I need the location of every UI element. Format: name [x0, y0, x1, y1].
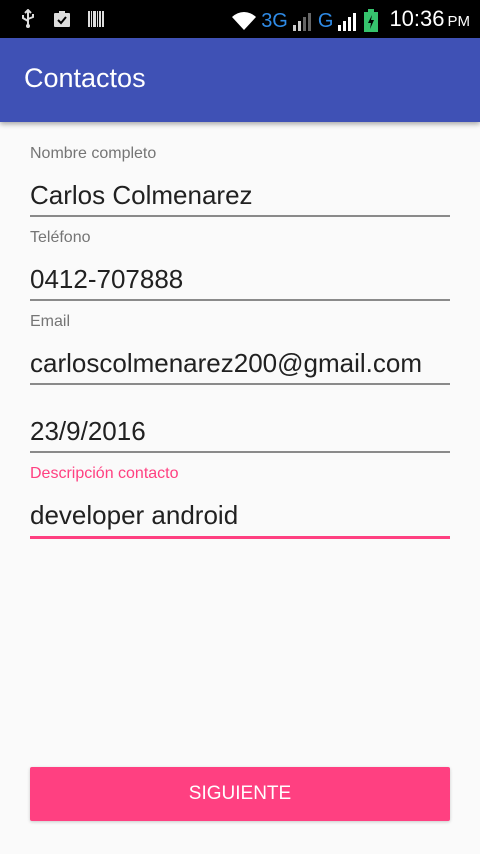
app-bar: Contactos — [0, 38, 480, 122]
email-field[interactable]: Email carloscolmenarez200@gmail.com — [30, 313, 450, 388]
next-button[interactable]: SIGUIENTE — [30, 767, 450, 821]
clipboard-check-icon — [54, 11, 70, 27]
network-type-label: 3G — [261, 9, 288, 32]
email-underline — [30, 383, 450, 385]
phone-field[interactable]: Teléfono 0412-707888 — [30, 229, 450, 304]
usb-icon — [22, 9, 34, 28]
clock-time: 10:36 — [389, 6, 445, 31]
battery-charging-icon — [364, 8, 379, 32]
description-label: Descripción contacto — [30, 465, 179, 482]
email-label: Email — [30, 313, 71, 330]
phone-label: Teléfono — [30, 229, 91, 246]
full-name-underline — [30, 215, 450, 217]
page-title: Contactos — [24, 63, 146, 93]
description-input[interactable]: developer android — [30, 500, 238, 531]
date-underline — [30, 451, 450, 453]
full-name-field[interactable]: Nombre completo Carlos Colmenarez — [30, 145, 450, 220]
system-icons: 3G G 10:36 PM — [231, 6, 470, 35]
date-field[interactable]: 23/9/2016 — [30, 397, 450, 472]
email-input[interactable]: carloscolmenarez200@gmail.com — [30, 348, 422, 379]
phone-underline — [30, 299, 450, 301]
signal-strength-icon — [338, 12, 357, 31]
signal-strength-icon — [292, 12, 311, 31]
date-input[interactable]: 23/9/2016 — [30, 416, 146, 447]
full-name-label: Nombre completo — [30, 145, 157, 162]
clock-ampm: PM — [447, 13, 471, 30]
barcode-icon — [88, 11, 104, 27]
status-bar: 3G G 10:36 PM — [0, 0, 480, 38]
phone-input[interactable]: 0412-707888 — [30, 264, 183, 295]
clock: 10:36 PM — [389, 6, 470, 35]
wifi-icon — [232, 11, 257, 30]
description-field[interactable]: Descripción contacto developer android — [30, 465, 450, 545]
network-type-label-2: G — [317, 9, 334, 32]
notification-icons — [18, 9, 106, 29]
description-underline — [30, 536, 450, 539]
full-name-input[interactable]: Carlos Colmenarez — [30, 180, 253, 211]
